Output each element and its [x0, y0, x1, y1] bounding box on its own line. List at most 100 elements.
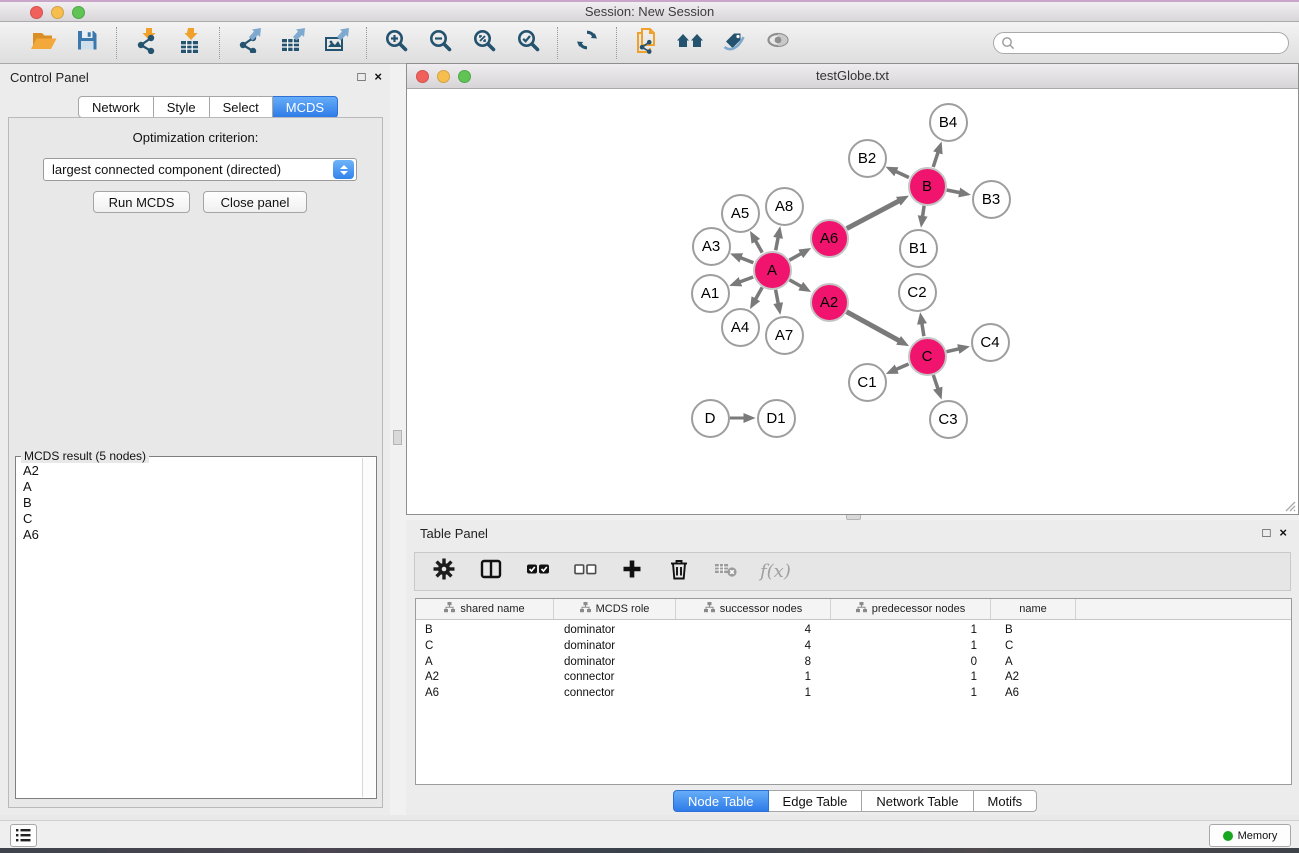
tab-motifs[interactable]: Motifs: [974, 790, 1038, 812]
home-button[interactable]: [675, 28, 705, 58]
node-B4[interactable]: B4: [929, 103, 968, 142]
close-panel-icon[interactable]: ×: [374, 69, 382, 84]
import-network-button[interactable]: [131, 28, 161, 58]
table-cell[interactable]: 1: [676, 686, 831, 702]
table-row[interactable]: Adominator80A: [416, 655, 1291, 671]
table-cell[interactable]: 0: [831, 655, 991, 671]
node-B2[interactable]: B2: [848, 139, 887, 178]
edge-A-A2[interactable]: [789, 280, 802, 287]
minimize-view-button[interactable]: [437, 70, 450, 83]
node-C1[interactable]: C1: [848, 363, 887, 402]
edge-B-B3[interactable]: [947, 190, 962, 193]
memory-button[interactable]: Memory: [1209, 824, 1291, 847]
vertical-split-divider[interactable]: [390, 64, 406, 815]
table-cell[interactable]: C: [416, 639, 554, 655]
search-box[interactable]: [993, 32, 1289, 54]
table-cell[interactable]: A6: [416, 686, 554, 702]
network-canvas[interactable]: AA1A2A3A4A5A6A7A8BB1B2B3B4CC1C2C3C4DD1: [407, 89, 1298, 514]
float-panel-icon[interactable]: □: [1263, 525, 1271, 540]
node-B3[interactable]: B3: [972, 180, 1011, 219]
result-item[interactable]: B: [23, 495, 362, 511]
table-cell[interactable]: B: [416, 623, 554, 639]
table-cell[interactable]: dominator: [554, 623, 676, 639]
export-table-button[interactable]: [278, 28, 308, 58]
select-stepper-icon[interactable]: [333, 160, 354, 179]
edge-B-B2[interactable]: [895, 171, 909, 178]
edge-A2-C[interactable]: [847, 312, 901, 342]
edge-C-C4[interactable]: [947, 349, 961, 352]
node-A8[interactable]: A8: [765, 187, 804, 226]
zoom-selected-button[interactable]: [513, 28, 543, 58]
table-row[interactable]: Cdominator41C: [416, 639, 1291, 655]
delete-table-button[interactable]: [713, 558, 739, 586]
result-item[interactable]: C: [23, 511, 362, 527]
node-A4[interactable]: A4: [721, 308, 760, 347]
table-settings-button[interactable]: [431, 558, 457, 586]
node-C4[interactable]: C4: [971, 323, 1010, 362]
node-B1[interactable]: B1: [899, 229, 938, 268]
column-header-predecessor-nodes[interactable]: predecessor nodes: [831, 599, 991, 619]
table-cell[interactable]: 1: [831, 686, 991, 702]
table-header-row[interactable]: shared nameMCDS rolesuccessor nodesprede…: [416, 599, 1291, 620]
table-cell[interactable]: 1: [676, 670, 831, 686]
export-network-button[interactable]: [234, 28, 264, 58]
apply-layout-button[interactable]: [572, 28, 602, 58]
function-builder-button[interactable]: f(x): [760, 558, 791, 586]
edge-A-A6[interactable]: [789, 253, 802, 260]
edge-A-A4[interactable]: [755, 287, 762, 300]
zoom-in-button[interactable]: [381, 28, 411, 58]
table-row[interactable]: A6connector11A6: [416, 686, 1291, 702]
edge-B-B4[interactable]: [933, 151, 938, 167]
table-cell[interactable]: 8: [676, 655, 831, 671]
edge-C-C3[interactable]: [933, 375, 938, 390]
table-cell[interactable]: 1: [831, 639, 991, 655]
node-table[interactable]: shared nameMCDS rolesuccessor nodesprede…: [415, 598, 1292, 785]
hide-labels-button[interactable]: [719, 28, 749, 58]
add-column-button[interactable]: [619, 558, 645, 586]
import-table-button[interactable]: [175, 28, 205, 58]
minimize-window-button[interactable]: [51, 6, 64, 19]
graphics-details-button[interactable]: [763, 28, 793, 58]
table-cell[interactable]: C: [991, 639, 1076, 655]
column-header-name[interactable]: name: [991, 599, 1076, 619]
search-input[interactable]: [1015, 34, 1288, 52]
table-cell[interactable]: B: [991, 623, 1076, 639]
close-panel-icon[interactable]: ×: [1279, 525, 1287, 540]
delete-column-button[interactable]: [666, 558, 692, 586]
node-D1[interactable]: D1: [757, 399, 796, 438]
result-item[interactable]: A6: [23, 527, 362, 543]
tab-select[interactable]: Select: [210, 96, 273, 118]
tab-edge-table[interactable]: Edge Table: [769, 790, 863, 812]
tab-network[interactable]: Network: [78, 96, 154, 118]
table-cell[interactable]: dominator: [554, 655, 676, 671]
criterion-select[interactable]: largest connected component (directed): [43, 158, 357, 181]
table-cell[interactable]: A: [416, 655, 554, 671]
deselect-all-rows-button[interactable]: [572, 558, 598, 586]
node-A6[interactable]: A6: [810, 219, 849, 258]
save-session-button[interactable]: [72, 28, 102, 58]
divider-handle[interactable]: [393, 430, 402, 445]
float-panel-icon[interactable]: □: [358, 69, 366, 84]
open-file-button[interactable]: [28, 28, 58, 58]
column-selector-button[interactable]: [478, 558, 504, 586]
table-cell[interactable]: A: [991, 655, 1076, 671]
table-body[interactable]: Bdominator41BCdominator41CAdominator80AA…: [416, 620, 1291, 702]
table-row[interactable]: A2connector11A2: [416, 670, 1291, 686]
node-A5[interactable]: A5: [721, 194, 760, 233]
table-cell[interactable]: 1: [831, 623, 991, 639]
zoom-fit-button[interactable]: [469, 28, 499, 58]
close-panel-button[interactable]: Close panel: [203, 191, 307, 213]
node-A3[interactable]: A3: [692, 227, 731, 266]
window-controls[interactable]: [30, 6, 85, 19]
resize-grip-icon[interactable]: [1282, 498, 1296, 512]
tab-style[interactable]: Style: [154, 96, 210, 118]
column-header-MCDS-role[interactable]: MCDS role: [554, 599, 676, 619]
column-header-shared-name[interactable]: shared name: [416, 599, 554, 619]
node-C[interactable]: C: [908, 337, 947, 376]
table-cell[interactable]: 1: [831, 670, 991, 686]
table-cell[interactable]: A2: [991, 670, 1076, 686]
table-cell[interactable]: dominator: [554, 639, 676, 655]
tab-mcds[interactable]: MCDS: [273, 96, 338, 118]
result-scrollbar[interactable]: [362, 458, 375, 797]
tab-network-table[interactable]: Network Table: [862, 790, 973, 812]
